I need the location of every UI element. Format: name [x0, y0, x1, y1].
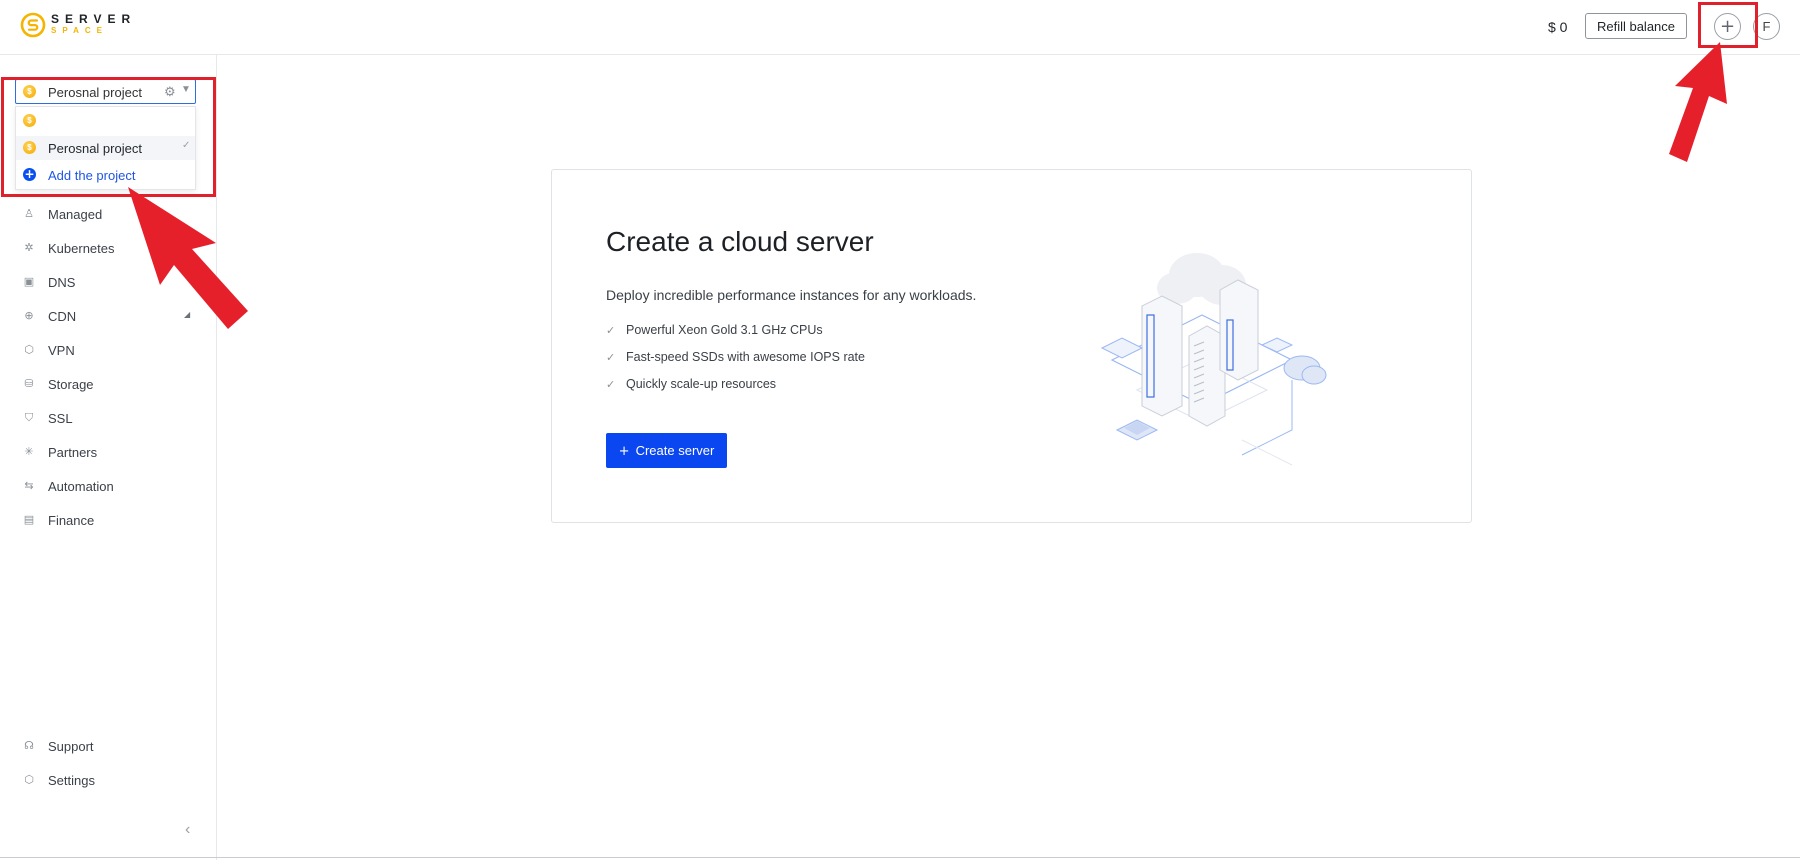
feature-text: Quickly scale-up resources — [626, 377, 777, 391]
add-resource-button[interactable]: + — [1714, 13, 1741, 40]
sidebar-item-automation[interactable]: ⇆ Automation — [0, 474, 215, 500]
feature-item: ✓ Fast-speed SSDs with awesome IOPS rate — [606, 350, 865, 364]
plus-icon: + — [618, 443, 630, 459]
project-coin-icon: $ — [23, 141, 36, 154]
dns-icon: ▣ — [23, 275, 35, 288]
project-coin-icon: $ — [23, 85, 36, 98]
project-selector[interactable]: $ Perosnal project ⚙ ▼ — [15, 79, 196, 104]
check-icon: ✓ — [606, 352, 616, 364]
feature-item: ✓ Powerful Xeon Gold 3.1 GHz CPUs — [606, 323, 823, 337]
create-server-button[interactable]: + Create server — [606, 433, 727, 468]
sidebar-item-support[interactable]: ☊ Support — [0, 734, 215, 760]
add-project-label: Add the project — [48, 168, 136, 183]
project-option-personal[interactable]: $ Perosnal project ✓ — [16, 136, 195, 160]
ssl-icon: ⛉ — [24, 411, 34, 424]
project-option-label: Perosnal project — [48, 141, 142, 156]
create-server-card: Create a cloud server Deploy incredible … — [551, 169, 1472, 523]
user-avatar[interactable]: F — [1753, 13, 1780, 40]
sidebar-item-label: Kubernetes — [48, 241, 115, 256]
project-option[interactable]: $ — [16, 109, 195, 133]
add-project-option[interactable]: + Add the project — [16, 163, 195, 187]
vpn-icon: ⬡ — [24, 343, 34, 356]
logo-icon — [20, 12, 46, 38]
automation-icon: ⇆ — [24, 479, 34, 492]
refill-balance-button[interactable]: Refill balance — [1585, 13, 1687, 39]
settings-icon: ⬡ — [24, 773, 34, 786]
project-dropdown: $ $ Perosnal project ✓ + Add the project — [15, 106, 196, 190]
sidebar-item-label: DNS — [48, 275, 76, 290]
sidebar-item-settings[interactable]: ⬡ Settings — [0, 768, 215, 794]
add-circle-icon: + — [23, 167, 36, 181]
sidebar-item-label: Storage — [48, 377, 94, 392]
managed-icon: ♙ — [24, 207, 34, 220]
cloud-servers-illustration — [1100, 253, 1327, 466]
sidebar-item-label: Settings — [48, 773, 95, 788]
red-arrow-icon — [128, 187, 248, 329]
logo-text-server: SERVER — [51, 12, 137, 26]
partners-icon: ✳ — [24, 445, 34, 458]
sidebar-item-label: Partners — [48, 445, 98, 460]
check-icon: ✓ — [182, 140, 191, 151]
red-arrow-icon — [1669, 42, 1727, 162]
balance-amount: $ 0 — [1548, 19, 1568, 35]
sidebar-item-storage[interactable]: ⛁ Storage — [0, 372, 215, 398]
sidebar-item-label: Automation — [48, 479, 114, 494]
card-description: Deploy incredible performance instances … — [606, 287, 977, 303]
create-server-label: Create server — [635, 442, 715, 458]
logo-text-space: SPACE — [51, 26, 108, 35]
sidebar: $ Perosnal project ⚙ ▼ $ $ Perosnal proj… — [0, 55, 217, 860]
finance-icon: ▤ — [23, 513, 35, 526]
chevron-down-icon[interactable]: ▼ — [181, 84, 191, 95]
sidebar-item-ssl[interactable]: ⛉ SSL — [0, 406, 215, 432]
sidebar-item-finance[interactable]: ▤ Finance — [0, 508, 215, 534]
support-icon: ☊ — [24, 739, 34, 752]
check-icon: ✓ — [606, 379, 616, 391]
sidebar-item-label: Finance — [48, 513, 95, 528]
check-icon: ✓ — [606, 325, 616, 337]
sidebar-item-label: Managed — [48, 207, 103, 222]
feature-item: ✓ Quickly scale-up resources — [606, 377, 776, 391]
serverspace-logo[interactable]: SERVER SPACE — [20, 12, 136, 38]
feature-text: Powerful Xeon Gold 3.1 GHz CPUs — [626, 323, 823, 337]
page-title: Create a cloud server — [606, 226, 874, 257]
project-gear-icon[interactable]: ⚙ — [164, 84, 176, 100]
sidebar-item-label: SSL — [48, 411, 73, 426]
top-header: SERVER SPACE $ 0 Refill balance + F — [0, 0, 1800, 55]
page-bottom-border — [0, 857, 1800, 858]
feature-text: Fast-speed SSDs with awesome IOPS rate — [626, 350, 865, 364]
storage-icon: ⛁ — [24, 377, 34, 390]
sidebar-item-vpn[interactable]: ⬡ VPN — [0, 338, 215, 364]
collapse-sidebar-icon[interactable]: ‹ — [185, 821, 190, 839]
sidebar-item-label: CDN — [48, 309, 77, 324]
project-selector-label: Perosnal project — [48, 85, 142, 100]
project-coin-icon: $ — [23, 114, 36, 127]
kubernetes-icon: ✲ — [24, 241, 34, 254]
sidebar-item-label: Support — [48, 739, 94, 754]
cdn-icon: ⊕ — [24, 309, 34, 322]
sidebar-item-label: VPN — [48, 343, 75, 358]
sidebar-item-partners[interactable]: ✳ Partners — [0, 440, 215, 466]
